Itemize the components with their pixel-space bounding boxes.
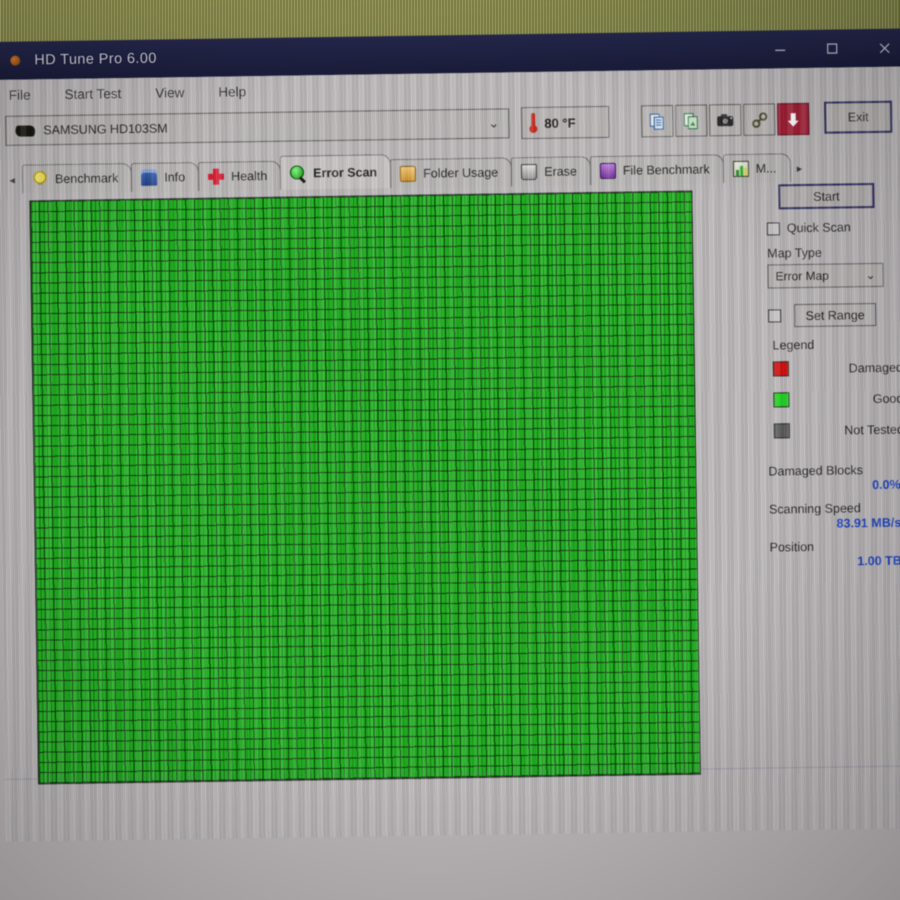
menu-bar: File Start Test View Help bbox=[0, 76, 250, 105]
tab-folder-usage-label: Folder Usage bbox=[423, 165, 499, 181]
folder-icon bbox=[400, 165, 417, 182]
copy-image-icon bbox=[683, 112, 698, 129]
lightbulb-icon bbox=[31, 171, 49, 188]
legend-swatch-good bbox=[773, 392, 790, 408]
copy-text-button[interactable] bbox=[641, 104, 674, 138]
error-scan-map[interactable] bbox=[29, 190, 701, 785]
tab-monitor[interactable]: M... bbox=[722, 153, 791, 184]
tab-error-scan[interactable]: Error Scan bbox=[279, 154, 392, 190]
menu-item-view[interactable]: View bbox=[151, 83, 188, 103]
quick-scan-checkbox[interactable] bbox=[766, 221, 780, 236]
menu-item-file[interactable]: File bbox=[5, 85, 35, 104]
close-button[interactable] bbox=[858, 28, 900, 67]
start-button[interactable]: Start bbox=[778, 182, 875, 210]
tab-folder-usage[interactable]: Folder Usage bbox=[389, 157, 513, 189]
hd-tune-window: HD Tune Pro 6.00 File Start Test View He… bbox=[0, 28, 900, 842]
monitor-photo: HD Tune Pro 6.00 File Start Test View He… bbox=[0, 0, 900, 900]
chevron-down-icon: ⌄ bbox=[865, 267, 876, 283]
quick-scan-row[interactable]: Quick Scan bbox=[766, 219, 900, 236]
legend-label-good: Good bbox=[872, 391, 900, 406]
bar-chart-icon bbox=[732, 160, 749, 178]
app-icon bbox=[10, 55, 21, 66]
tab-erase[interactable]: Erase bbox=[510, 156, 592, 187]
legend-title: Legend bbox=[772, 337, 815, 353]
tab-health-label: Health bbox=[231, 168, 268, 184]
legend-swatch-damaged bbox=[772, 361, 790, 377]
exit-button[interactable]: Exit bbox=[823, 100, 893, 134]
window-body: File Start Test View Help SAMSUNG HD103S… bbox=[0, 66, 900, 842]
trash-icon bbox=[521, 163, 538, 181]
wrench-icon bbox=[751, 111, 767, 128]
stat-label-damaged-blocks: Damaged Blocks bbox=[768, 463, 864, 479]
tab-error-scan-label: Error Scan bbox=[313, 164, 378, 180]
temperature-value: 80 °F bbox=[544, 114, 576, 131]
stat-label-position: Position bbox=[769, 539, 815, 555]
set-range-row: Set Range bbox=[768, 302, 900, 328]
set-range-checkbox[interactable] bbox=[768, 309, 782, 323]
toolbar-buttons bbox=[641, 102, 811, 138]
stats-block: Damaged Blocks 0.0% Scanning Speed 83.91… bbox=[762, 462, 900, 569]
drive-selector-value: SAMSUNG HD103SM bbox=[43, 121, 168, 138]
drive-selector[interactable]: SAMSUNG HD103SM ⌄ bbox=[5, 108, 510, 146]
error-scan-panel: Start Quick Scan Map Type Error Map ⌄ Se… bbox=[758, 182, 900, 578]
tab-erase-label: Erase bbox=[544, 164, 577, 179]
thermometer-icon bbox=[529, 113, 537, 133]
stat-value-scanning-speed: 83.91 MB/s bbox=[836, 515, 900, 531]
temperature-indicator: 80 °F bbox=[521, 105, 610, 140]
tab-benchmark[interactable]: Benchmark bbox=[21, 162, 133, 194]
error-scan-map-blocks bbox=[30, 191, 700, 784]
screenshot-button[interactable] bbox=[709, 103, 742, 137]
maximize-icon bbox=[827, 43, 838, 54]
window-controls bbox=[754, 28, 900, 68]
health-cross-icon bbox=[207, 168, 225, 185]
copy-image-button[interactable] bbox=[675, 104, 708, 137]
tab-file-benchmark[interactable]: File Benchmark bbox=[589, 154, 724, 186]
stat-value-damaged-blocks: 0.0% bbox=[872, 477, 900, 493]
minimize-icon bbox=[775, 49, 786, 52]
menu-item-start-test[interactable]: Start Test bbox=[60, 84, 125, 104]
camera-icon bbox=[717, 114, 734, 127]
download-arrow-icon bbox=[787, 112, 799, 127]
map-type-label: Map Type bbox=[767, 245, 822, 261]
hard-disk-icon bbox=[14, 124, 37, 137]
copy-text-icon bbox=[649, 113, 664, 130]
info-icon bbox=[141, 169, 158, 186]
tab-info-label: Info bbox=[164, 170, 186, 185]
legend-item-damaged: Damaged bbox=[761, 359, 900, 377]
set-range-button[interactable]: Set Range bbox=[793, 302, 877, 328]
tab-scroll-left-button[interactable]: ◂ bbox=[2, 166, 22, 194]
legend-label-not-tested: Not Tested bbox=[844, 422, 900, 437]
tab-monitor-label: M... bbox=[755, 161, 777, 176]
window-title: HD Tune Pro 6.00 bbox=[34, 50, 157, 69]
file-icon bbox=[599, 162, 616, 180]
tab-benchmark-label: Benchmark bbox=[54, 171, 119, 187]
stat-label-scanning-speed: Scanning Speed bbox=[768, 501, 861, 517]
magnifier-icon bbox=[290, 165, 306, 181]
map-type-value: Error Map bbox=[775, 268, 830, 284]
quick-scan-label: Quick Scan bbox=[786, 220, 851, 236]
minimize-button[interactable] bbox=[754, 30, 807, 69]
legend-item-good: Good bbox=[761, 390, 900, 408]
map-type-select[interactable]: Error Map ⌄ bbox=[767, 262, 884, 289]
chevron-down-icon: ⌄ bbox=[488, 115, 500, 131]
save-button[interactable] bbox=[776, 102, 810, 136]
tab-info[interactable]: Info bbox=[131, 161, 200, 192]
tab-file-benchmark-label: File Benchmark bbox=[622, 162, 710, 178]
tab-scroll-right-button[interactable]: ▸ bbox=[789, 154, 809, 182]
stat-value-position: 1.00 TB bbox=[857, 553, 900, 569]
legend-label-damaged: Damaged bbox=[848, 360, 900, 375]
menu-item-help[interactable]: Help bbox=[214, 82, 250, 102]
legend-item-not-tested: Not Tested bbox=[762, 421, 900, 439]
maximize-button[interactable] bbox=[806, 29, 859, 68]
options-button[interactable] bbox=[743, 103, 776, 136]
tab-health[interactable]: Health bbox=[197, 160, 282, 191]
close-icon bbox=[879, 42, 890, 53]
legend-swatch-not-tested bbox=[773, 423, 790, 439]
